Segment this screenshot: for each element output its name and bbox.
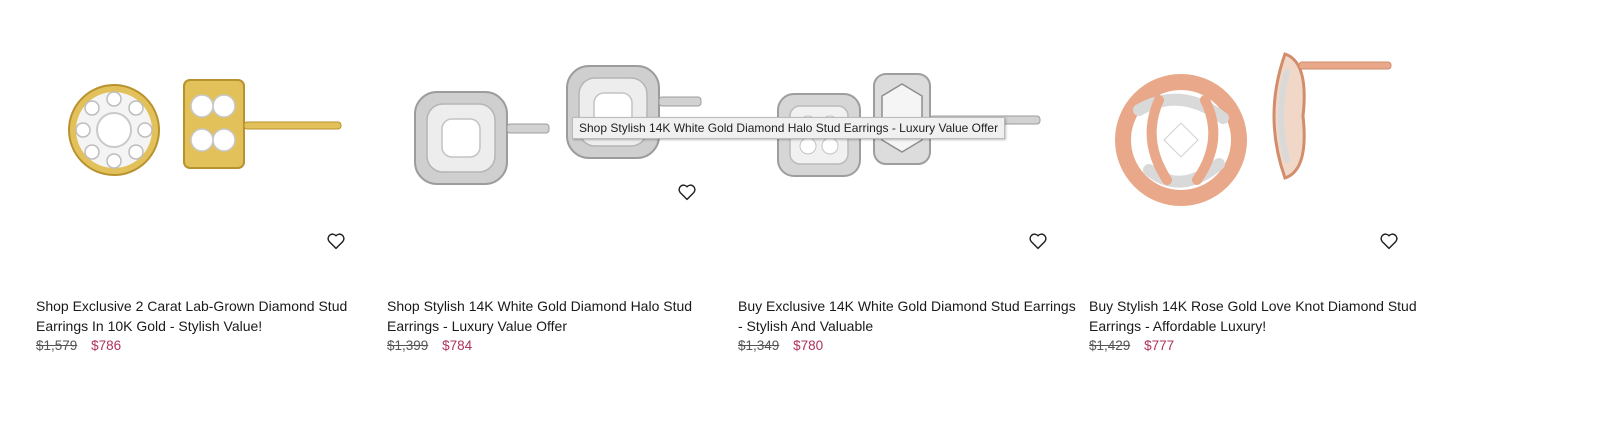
product-title[interactable]: Shop Exclusive 2 Carat Lab-Grown Diamond…	[36, 296, 376, 336]
product-price: $1,349 $780	[738, 337, 823, 355]
product-title[interactable]: Buy Stylish 14K Rose Gold Love Knot Diam…	[1089, 296, 1429, 336]
product-card[interactable]: Shop Stylish 14K White Gold Diamond Halo…	[387, 0, 727, 434]
heart-outline-icon	[327, 233, 345, 250]
product-card[interactable]: Shop Exclusive 2 Carat Lab-Grown Diamond…	[36, 0, 376, 434]
product-price: $1,579 $786	[36, 337, 121, 355]
sale-price: $780	[793, 338, 824, 353]
heart-outline-icon	[1029, 233, 1047, 250]
original-price: $1,429	[1089, 338, 1131, 353]
wishlist-button[interactable]	[1027, 230, 1049, 252]
heart-outline-icon	[678, 184, 696, 201]
product-card[interactable]: Buy Exclusive 14K White Gold Diamond Stu…	[738, 0, 1078, 434]
heart-outline-icon	[1380, 233, 1398, 250]
wishlist-button[interactable]	[676, 181, 698, 203]
original-price: $1,349	[738, 338, 780, 353]
product-price: $1,399 $784	[387, 337, 472, 355]
original-price: $1,399	[387, 338, 429, 353]
product-grid: Shop Exclusive 2 Carat Lab-Grown Diamond…	[0, 0, 1597, 434]
original-price: $1,579	[36, 338, 78, 353]
product-title[interactable]: Buy Exclusive 14K White Gold Diamond Stu…	[738, 296, 1078, 336]
product-title-tooltip: Shop Stylish 14K White Gold Diamond Halo…	[572, 117, 1006, 139]
product-title[interactable]: Shop Stylish 14K White Gold Diamond Halo…	[387, 296, 727, 336]
sale-price: $786	[91, 338, 122, 353]
product-price: $1,429 $777	[1089, 337, 1174, 355]
wishlist-button[interactable]	[325, 230, 347, 252]
sale-price: $784	[442, 338, 473, 353]
sale-price: $777	[1144, 338, 1175, 353]
wishlist-button[interactable]	[1378, 230, 1400, 252]
product-card[interactable]: Buy Stylish 14K Rose Gold Love Knot Diam…	[1089, 0, 1429, 434]
